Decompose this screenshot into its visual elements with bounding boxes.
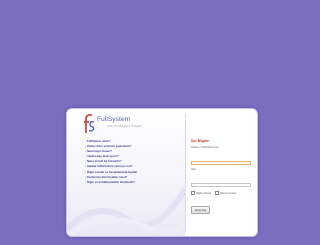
username-input[interactable]	[191, 160, 251, 165]
password-input[interactable]	[191, 182, 251, 187]
forgot-checkbox[interactable]	[214, 191, 220, 196]
username-label: Kullanıcı Adı/Şirket Kodu	[191, 146, 219, 149]
login-form: Üye Bilgileri Kullanıcı Adı/Şirket Kodu …	[191, 139, 253, 216]
logo-tagline: Kolay Ön Muhasebe Programı	[107, 125, 142, 128]
remember-label: Bilgileri Hatırla	[196, 192, 211, 195]
login-button[interactable]: Giriş Yap	[191, 206, 211, 215]
password-label: Şifre	[191, 168, 197, 171]
forgot-label[interactable]: Şifremi Unuttum	[220, 193, 236, 195]
remember-checkbox[interactable]	[191, 191, 196, 196]
column-divider	[185, 113, 186, 232]
login-panel: FullSystem Kolay Ön Muhasebe Programı •F…	[66, 108, 258, 237]
faq-list: •FullSistem nedir? •Kimler ürün yönetimi…	[85, 139, 181, 185]
faq-link[interactable]: •Diğer ve evrakkişmetleri kimdendir?	[85, 180, 181, 185]
info-column: FullSystem Kolay Ön Muhasebe Programı •F…	[67, 109, 185, 236]
options-row: Bilgileri Hatırla Şifremi Unuttum	[191, 191, 253, 196]
fs-logo-icon	[84, 114, 95, 133]
logo: FullSystem Kolay Ön Muhasebe Programı	[83, 113, 163, 135]
logo-text: FullSystem	[97, 116, 131, 123]
login-title: Üye Bilgileri	[191, 139, 210, 143]
